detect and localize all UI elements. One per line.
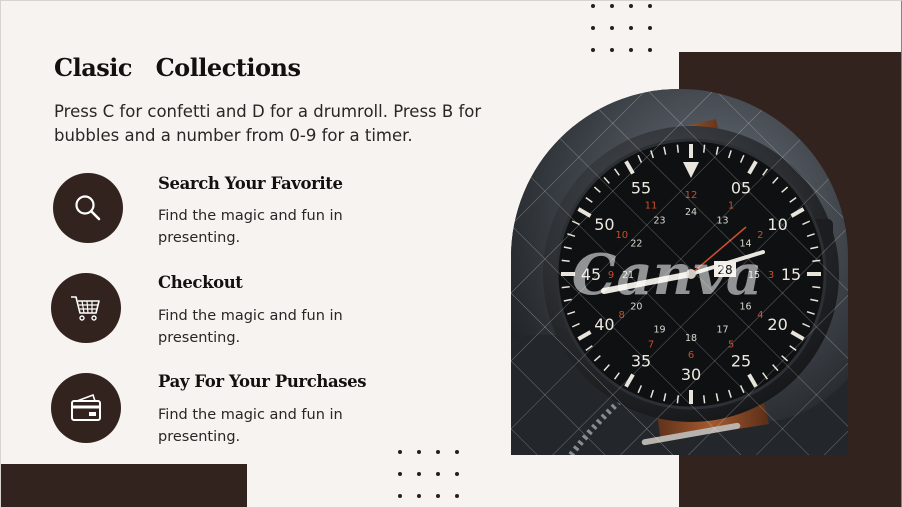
shopping-cart-icon xyxy=(71,296,100,321)
watch-photo: 0510152025303540455055121234567891011241… xyxy=(511,89,848,455)
slide-title: Clasic Collections xyxy=(54,53,301,82)
dot-pattern-bottom xyxy=(398,450,459,498)
dark-bar-bottom-left xyxy=(1,464,247,507)
feature-desc-checkout: Find the magic and fun in presenting. xyxy=(158,308,343,346)
dot-pattern-top xyxy=(591,4,652,52)
credit-card-icon xyxy=(71,393,101,421)
feature-title-payment: Pay For Your Purchases xyxy=(158,372,367,391)
feature-desc-search: Find the magic and fun in presenting. xyxy=(158,208,343,246)
wristwatch-illustration: 0510152025303540455055121234567891011241… xyxy=(511,89,848,455)
feature-desc-payment: Find the magic and fun in presenting. xyxy=(158,407,343,445)
feature-title-checkout: Checkout xyxy=(158,273,243,292)
search-feature-badge xyxy=(53,173,123,243)
slide-subtitle: Press C for confetti and D for a drumrol… xyxy=(54,102,482,145)
slide: Clasic Collections Press C for confetti … xyxy=(0,0,902,508)
checkout-feature-badge xyxy=(51,273,121,343)
canva-watermark: Canva xyxy=(572,242,762,308)
feature-title-search: Search Your Favorite xyxy=(158,174,343,193)
payment-feature-badge xyxy=(51,373,121,443)
search-icon xyxy=(75,195,101,221)
